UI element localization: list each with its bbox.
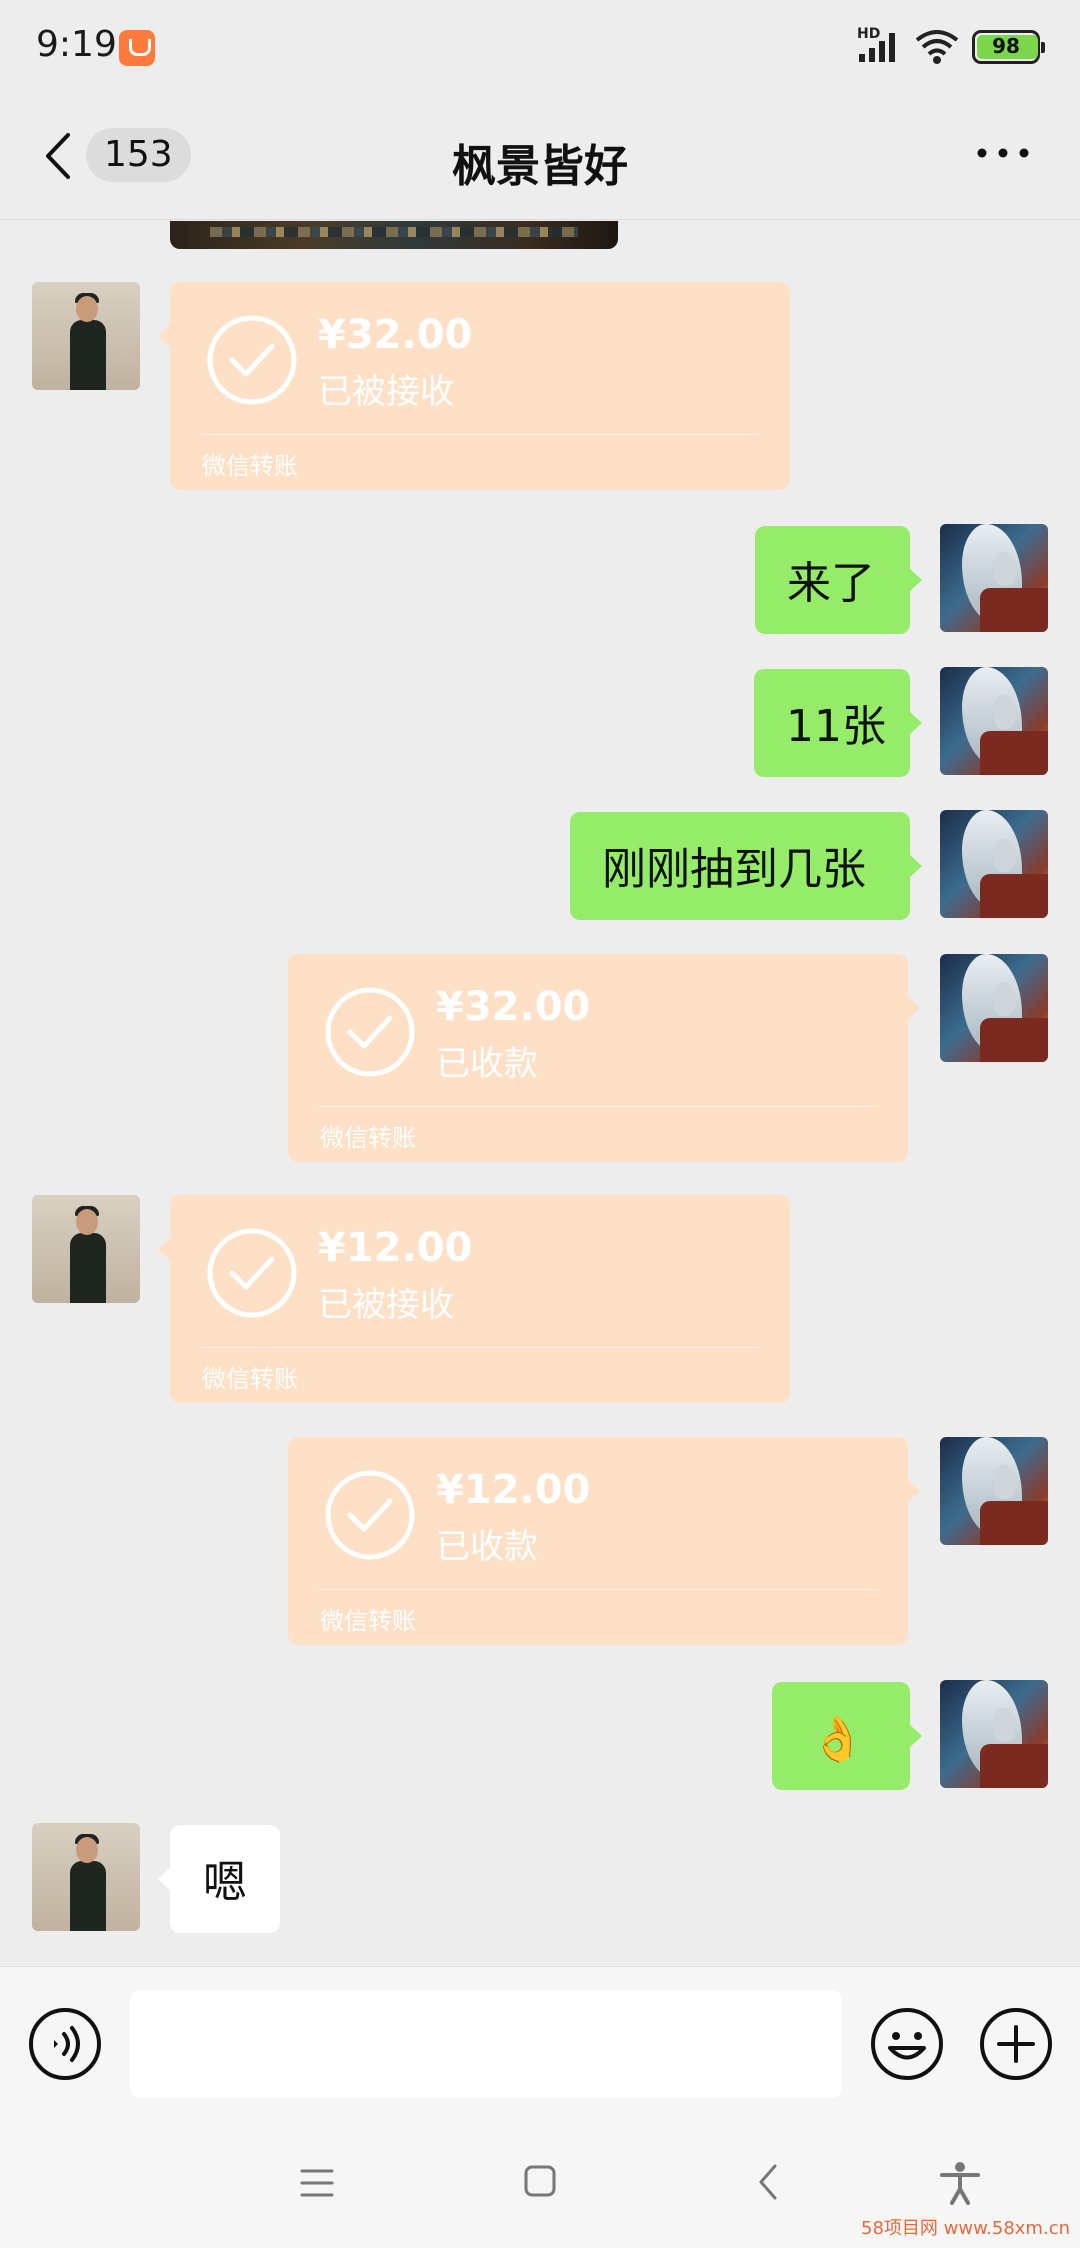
check-circle-icon [325, 987, 415, 1077]
transfer-card[interactable]: ¥12.00 已收款 微信转账 [288, 1437, 920, 1645]
message-row: ¥12.00 已收款 微信转账 [0, 1437, 1080, 1647]
user-avatar[interactable] [940, 524, 1048, 632]
more-horizontal-icon[interactable] [976, 143, 1030, 163]
status-bar: 9:19 HD 98 [0, 0, 1080, 95]
contact-avatar[interactable] [32, 1195, 140, 1303]
message-row: 11张 [0, 667, 1080, 779]
text-bubble[interactable]: 刚刚抽到几张 [570, 812, 922, 920]
accessibility-icon[interactable] [938, 2161, 982, 2205]
watermark: 58项目网 www.58xm.cn [861, 2218, 1070, 2239]
chat-area[interactable]: ¥32.00 已被接收 微信转账 来了 11张 刚刚抽到几张 ¥32.00 已收… [0, 221, 1080, 1966]
check-circle-icon [207, 1228, 297, 1318]
transfer-status: 已收款 [436, 1044, 538, 1084]
message-text: 来了 [787, 558, 875, 609]
transfer-amount: ¥12.00 [436, 1467, 591, 1513]
divider [318, 1106, 878, 1107]
message-text: 嗯 [203, 1857, 247, 1908]
text-bubble[interactable]: 嗯 [158, 1825, 280, 1933]
plus-circle-icon[interactable] [979, 2007, 1053, 2081]
message-input[interactable] [130, 1990, 842, 2098]
image-message[interactable] [170, 221, 618, 249]
transfer-status: 已收款 [436, 1527, 538, 1567]
text-bubble[interactable]: 11张 [754, 669, 922, 777]
message-row: ¥32.00 已被接收 微信转账 [0, 282, 1080, 492]
message-text: 11张 [786, 701, 886, 752]
transfer-label: 微信转账 [320, 1124, 416, 1152]
chat-title: 枫景皆好 [452, 141, 628, 192]
text-bubble[interactable]: 👌 [772, 1682, 922, 1790]
battery-level: 98 [992, 34, 1020, 58]
message-row: 👌 [0, 1680, 1080, 1792]
transfer-label: 微信转账 [202, 452, 298, 480]
transfer-card[interactable]: ¥12.00 已被接收 微信转账 [158, 1195, 790, 1403]
taobao-notification-icon [119, 30, 155, 66]
voice-icon[interactable] [28, 2007, 102, 2081]
message-row: ¥12.00 已被接收 微信转账 [0, 1195, 1080, 1405]
message-row: 刚刚抽到几张 [0, 810, 1080, 922]
emoji-icon[interactable] [870, 2007, 944, 2081]
check-circle-icon [207, 315, 297, 405]
check-circle-icon [325, 1470, 415, 1560]
message-row: 嗯 [0, 1823, 1080, 1935]
wifi-icon [915, 30, 959, 64]
message-row: 来了 [0, 524, 1080, 636]
transfer-status: 已被接收 [318, 372, 454, 412]
transfer-label: 微信转账 [202, 1365, 298, 1393]
status-time: 9:19 [36, 24, 117, 65]
back-icon[interactable] [757, 2163, 779, 2201]
transfer-card[interactable]: ¥32.00 已被接收 微信转账 [158, 282, 790, 490]
transfer-amount: ¥32.00 [318, 312, 473, 358]
transfer-label: 微信转账 [320, 1607, 416, 1635]
divider [200, 1347, 760, 1348]
home-square-icon[interactable] [524, 2165, 556, 2197]
user-avatar[interactable] [940, 1437, 1048, 1545]
message-row: ¥32.00 已收款 微信转账 [0, 954, 1080, 1164]
text-bubble[interactable]: 来了 [755, 526, 922, 634]
user-avatar[interactable] [940, 667, 1048, 775]
user-avatar[interactable] [940, 954, 1048, 1062]
system-nav-bar: 58项目网 www.58xm.cn [0, 2119, 1080, 2248]
transfer-status: 已被接收 [318, 1285, 454, 1325]
contact-avatar[interactable] [32, 282, 140, 390]
message-text: 刚刚抽到几张 [602, 844, 866, 895]
divider [200, 434, 760, 435]
message-text: 👌 [810, 1714, 865, 1765]
battery-icon: 98 [972, 30, 1045, 64]
contact-avatar[interactable] [32, 1823, 140, 1931]
user-avatar[interactable] [940, 1680, 1048, 1788]
menu-icon[interactable] [300, 2167, 334, 2199]
transfer-amount: ¥32.00 [436, 984, 591, 1030]
input-bar [0, 1966, 1080, 2119]
divider [318, 1589, 878, 1590]
transfer-amount: ¥12.00 [318, 1225, 473, 1271]
user-avatar[interactable] [940, 810, 1048, 918]
transfer-card[interactable]: ¥32.00 已收款 微信转账 [288, 954, 920, 1162]
signal-icon [859, 33, 895, 62]
chat-header: 153 枫景皆好 [0, 95, 1080, 220]
